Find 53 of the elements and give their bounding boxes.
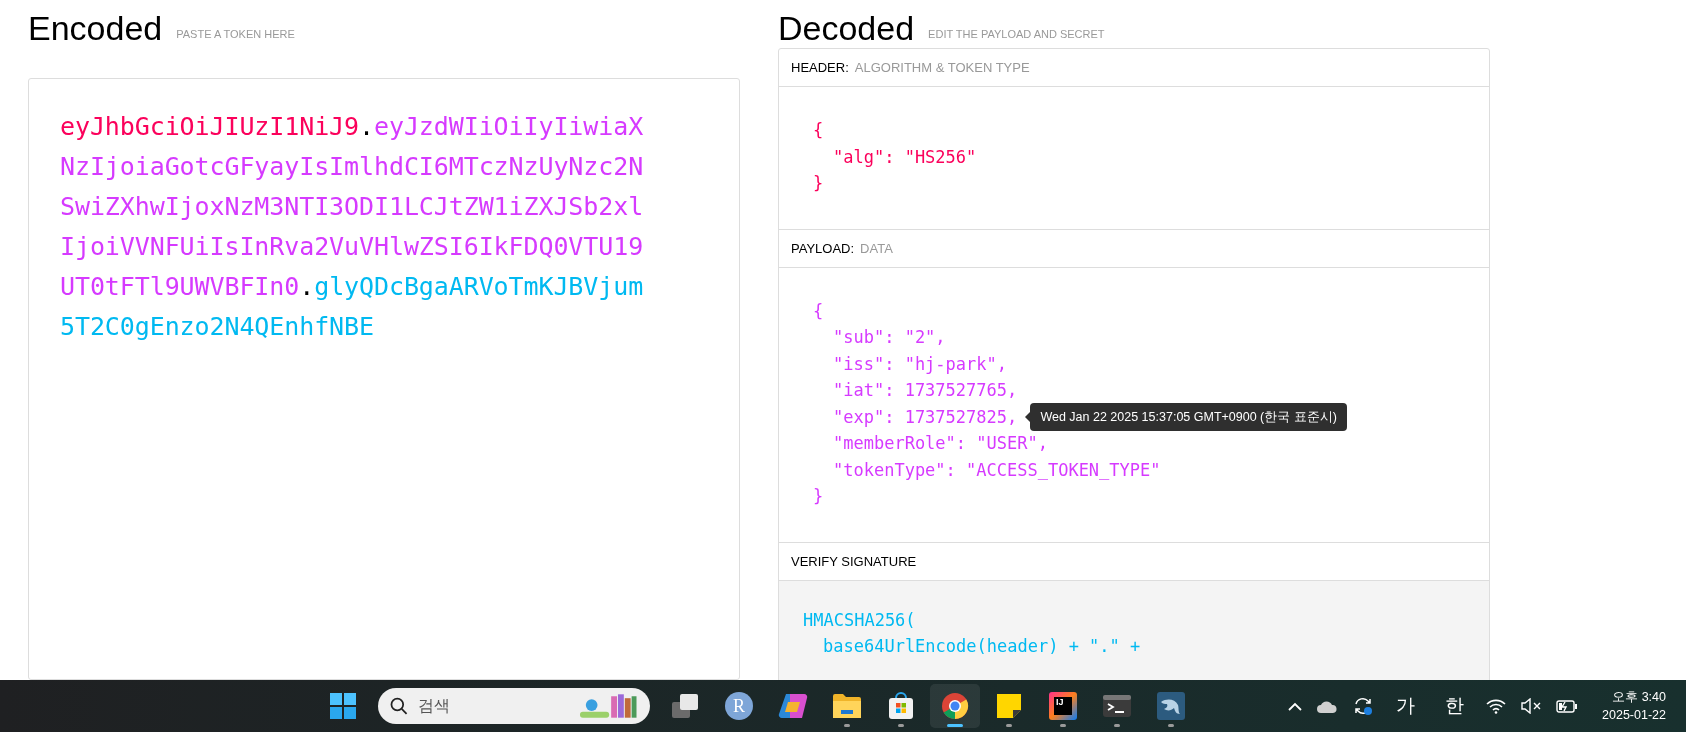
browser-icon[interactable] bbox=[941, 692, 969, 720]
input-method-label[interactable]: 한 bbox=[1437, 693, 1473, 719]
search-input[interactable]: 검색 bbox=[415, 696, 570, 716]
cloud-icon[interactable] bbox=[1316, 699, 1339, 713]
section-sublabel: DATA bbox=[860, 240, 893, 256]
sticky-note-icon[interactable] bbox=[996, 693, 1022, 719]
task-view-icon[interactable] bbox=[671, 693, 699, 719]
panel-title: Decoded bbox=[778, 8, 915, 48]
folder-icon[interactable] bbox=[832, 693, 862, 719]
chevron-up-icon[interactable] bbox=[1288, 701, 1303, 711]
encoded-token: eyJhbGciOiJIUzI1NiJ9.eyJzdWIiOiIyIiwiaXNzIjoiaGotcGFyayIsImlhdCI6MTczNzUyNzc2NSwiZXhwIjoxNzM3NTI3ODI1LCJtZW1iZXJSb2xlIjoiVVNFUiIsInRva2VuVHlwZSI6IkFDQ0VTU19UT0tFTl9UWVBFIn0.glyQDcBgaARVoTmKJBVjum5T2C0gEnzo2N4QEnhfNBE bbox=[60, 110, 645, 343]
json-entry[interactable]: "exp": 1737527825, bbox=[833, 406, 1018, 427]
windows-start-icon[interactable] bbox=[329, 692, 357, 720]
tooltip-arrow bbox=[1025, 411, 1031, 422]
search-icon bbox=[390, 697, 408, 715]
muted-speaker-icon[interactable] bbox=[1520, 698, 1543, 714]
taskbar-button[interactable] bbox=[930, 684, 980, 728]
ide-icon[interactable]: IJ bbox=[1049, 692, 1077, 720]
json-entry[interactable]: "sub": "2", bbox=[833, 327, 946, 347]
books-icon bbox=[577, 692, 638, 720]
panel-hint: EDIT THE PAYLOAD AND SECRET bbox=[928, 28, 1105, 40]
json-entry[interactable]: "iss": "hj-park", bbox=[833, 353, 1007, 374]
wifi-icon[interactable] bbox=[1486, 698, 1507, 714]
json-brace: { bbox=[813, 120, 824, 140]
panel-title: Encoded bbox=[28, 8, 163, 48]
json-brace: { bbox=[813, 300, 824, 321]
copilot-icon[interactable] bbox=[778, 692, 808, 720]
taskbar-button[interactable]: IJ bbox=[1038, 684, 1088, 728]
store-bag-icon[interactable] bbox=[887, 692, 915, 720]
search-bar[interactable]: 검색 bbox=[378, 688, 650, 724]
code-line: HMACSHA256( bbox=[803, 609, 916, 630]
code-line: base64UrlEncode(header) + "." + bbox=[823, 636, 1141, 656]
sync-icon[interactable] bbox=[1352, 695, 1375, 717]
section-label: HEADER: bbox=[791, 60, 849, 75]
terminal-icon[interactable] bbox=[1102, 694, 1132, 718]
json-entry[interactable]: "iat": 1737527765, bbox=[833, 380, 1018, 400]
input-method-label[interactable]: 가 bbox=[1388, 693, 1424, 719]
json-brace: } bbox=[813, 486, 824, 506]
clock[interactable]: 오후 3:40 2025-01-22 bbox=[1602, 688, 1666, 724]
token-input-panel[interactable] bbox=[28, 77, 740, 680]
json-entry[interactable]: "tokenType": "ACCESS_TOKEN_TYPE" bbox=[833, 459, 1161, 480]
user-avatar[interactable]: R bbox=[725, 692, 753, 720]
json-entry[interactable]: "memberRole": "USER", bbox=[833, 433, 1048, 453]
date-tooltip: Wed Jan 22 2025 15:37:05 GMT+0900 (한국 표준시) bbox=[1030, 402, 1347, 431]
section-label: VERIFY SIGNATURE bbox=[791, 553, 917, 569]
dolphin-icon[interactable] bbox=[1157, 692, 1185, 720]
taskbar-button[interactable]: R bbox=[714, 684, 764, 728]
battery-icon[interactable] bbox=[1556, 698, 1579, 714]
section-label: PAYLOAD: bbox=[791, 240, 855, 256]
json-entry[interactable]: "alg": "HS256" bbox=[833, 146, 977, 167]
json-brace: } bbox=[813, 173, 824, 193]
panel-hint: PASTE A TOKEN HERE bbox=[176, 28, 295, 40]
section-sublabel: ALGORITHM & TOKEN TYPE bbox=[854, 60, 1030, 75]
